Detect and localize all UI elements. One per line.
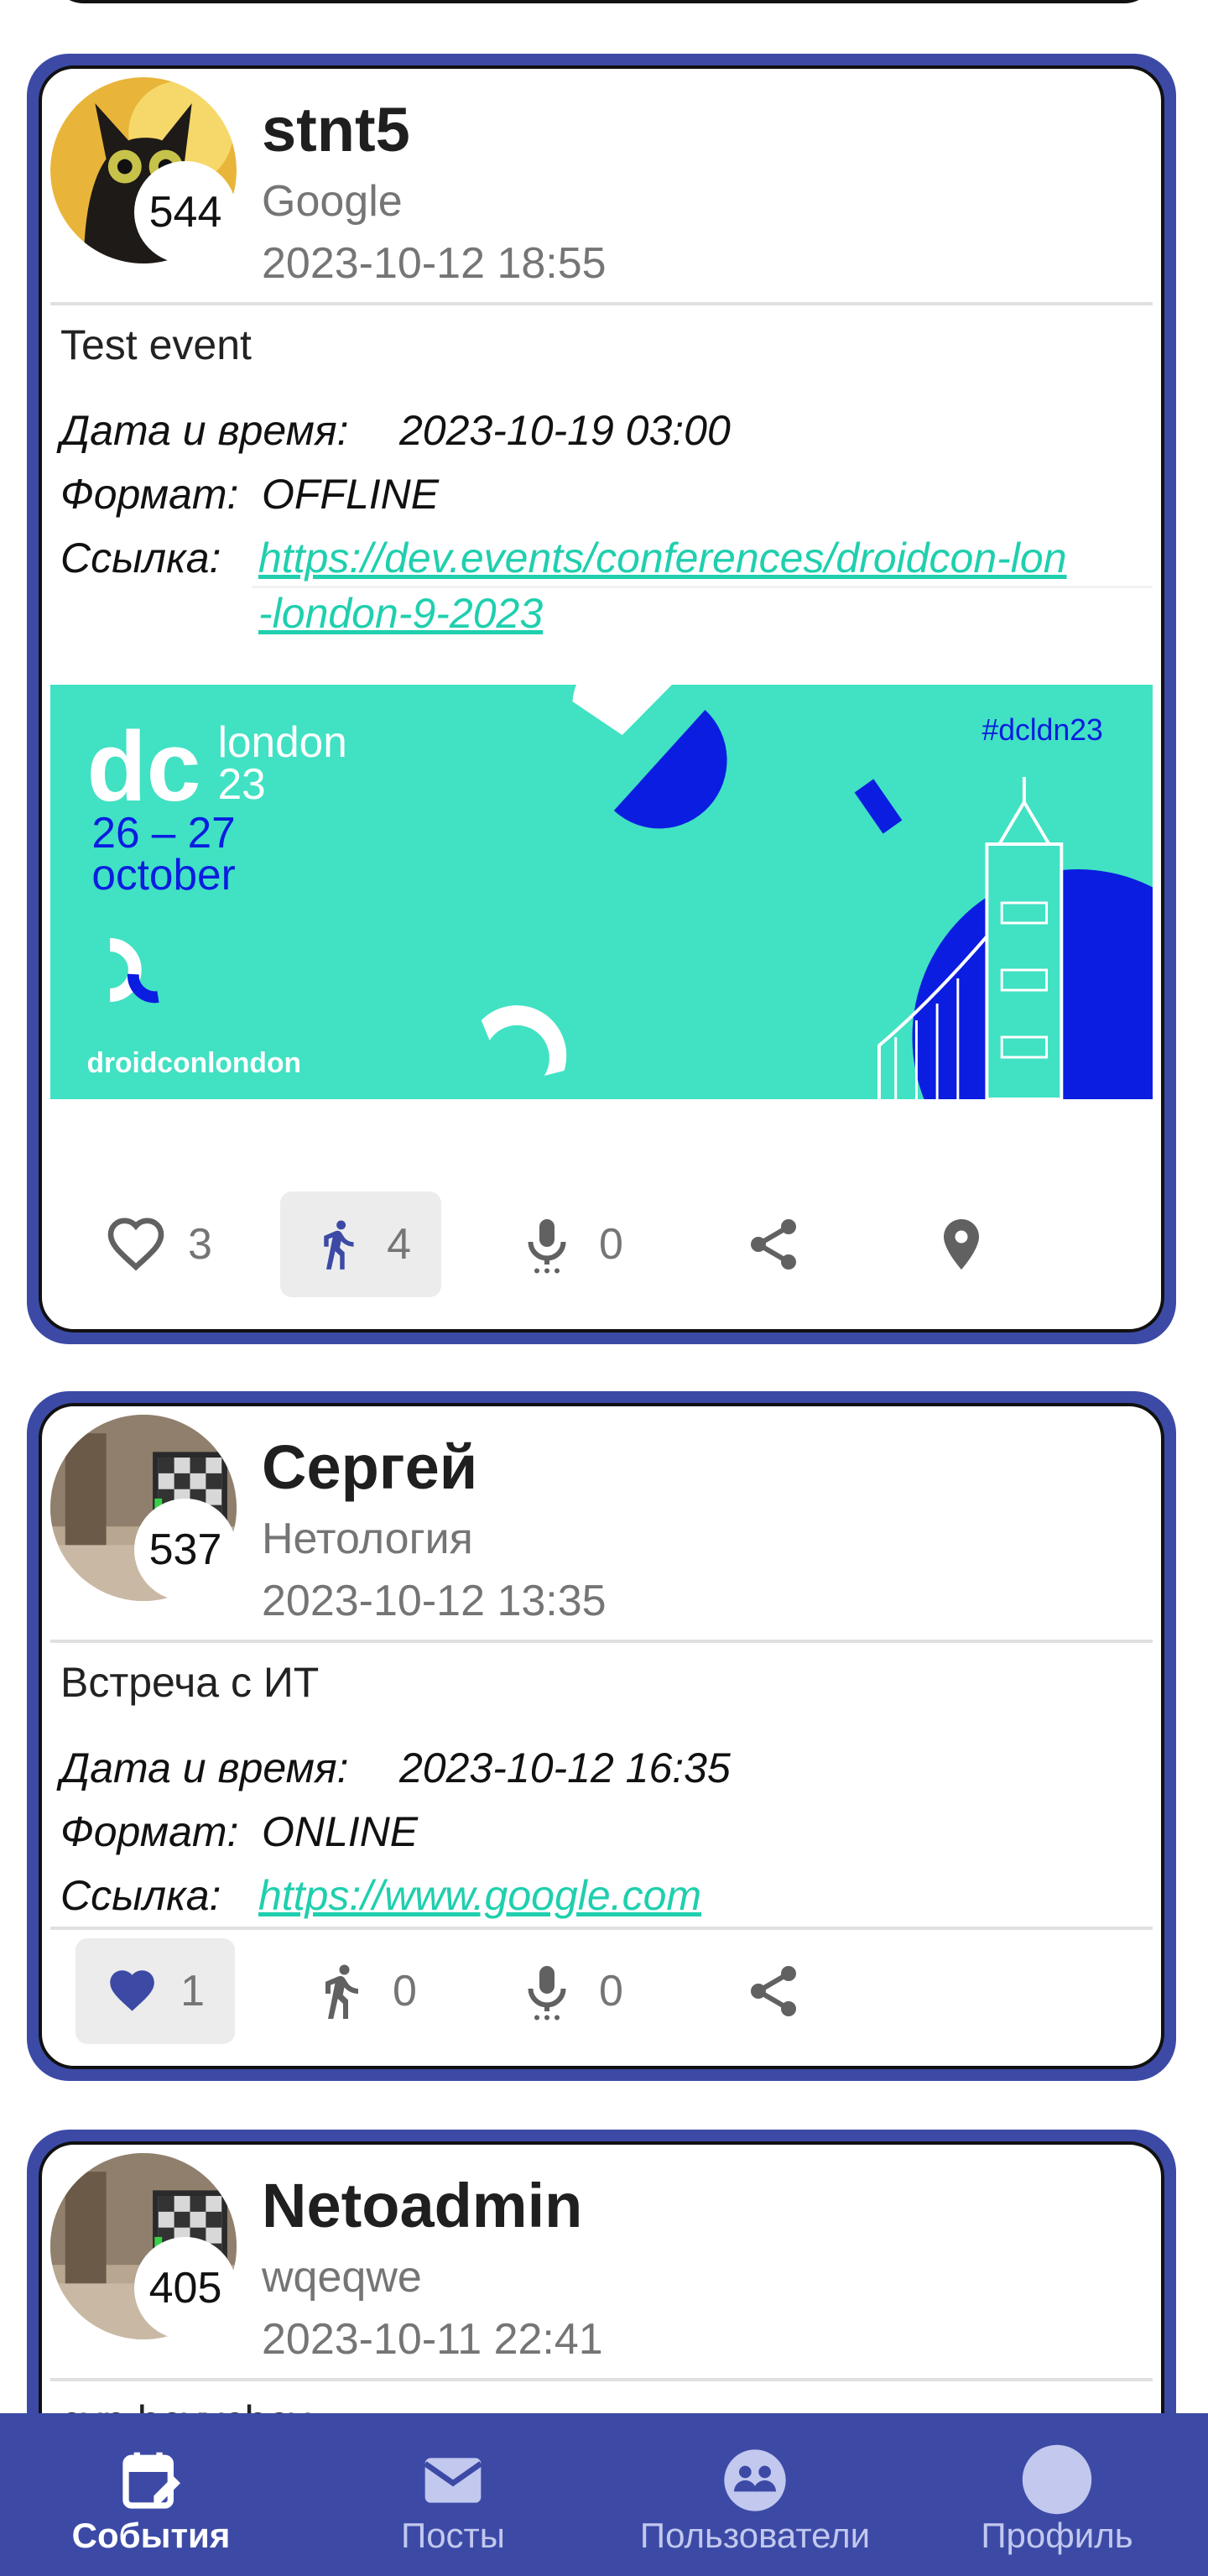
event-link-row: Ссылка: https://www.google.com [60,1871,701,1920]
link-label: Ссылка: [60,1872,221,1919]
divider [50,2378,1153,2381]
users-group-icon [724,2449,786,2511]
event-content: Встреча с ИТ [60,1659,320,1706]
format-value: OFFLINE [262,471,440,518]
speakers-count: 0 [599,1220,623,1269]
share-button[interactable] [713,1938,834,2044]
event-format-row: Формат: OFFLINE [60,470,439,519]
microphone-icon [528,1219,566,1274]
published-date: 2023-10-12 13:35 [262,1577,607,1625]
profile-avatar-icon [1022,2444,1092,2515]
event-image[interactable]: dc london 23 26 – 27 october #dcldn23 dr… [50,685,1153,1099]
format-label: Формат: [60,471,239,518]
datetime-label: Дата и время: [60,1744,349,1791]
avatar-badge-count: 544 [134,161,237,263]
participate-button[interactable]: 0 [280,1938,447,2044]
nav-posts[interactable]: Посты [336,2413,570,2576]
event-card[interactable]: 544 stnt5 Google 2023-10-12 18:55 Test e… [27,54,1176,1344]
published-date: 2023-10-11 22:41 [262,2315,603,2364]
heart-outline-icon [107,1218,164,1271]
author-job: Нетология [262,1515,473,1563]
previous-card-edge [50,0,1158,3]
author-job: Google [262,177,403,226]
map-pin-icon [944,1219,979,1270]
share-button[interactable] [713,1192,834,1297]
event-link-row: Ссылка: https://dev.events/conferences/d… [60,534,1067,582]
nav-events[interactable]: События [34,2413,268,2576]
nav-profile-label: Профиль [981,2516,1133,2555]
divider [50,1927,1153,1930]
event-link-continued[interactable]: -london-9-2023 [258,589,543,638]
event-link[interactable]: https://dev.events/conferences/droidcon-… [258,534,1067,582]
nav-posts-label: Посты [401,2516,505,2555]
format-label: Формат: [60,1808,239,1855]
like-count: 3 [188,1220,212,1269]
participants-count: 4 [387,1220,411,1269]
avatar-badge-count: 405 [134,2237,237,2339]
participate-button[interactable]: 4 [280,1192,441,1297]
like-button[interactable]: 1 [76,1938,235,2044]
datetime-label: Дата и время: [60,407,349,454]
avatar-badge-count: 537 [134,1499,237,1601]
speakers-count: 0 [599,1967,623,2015]
author-name: Сергей [262,1432,478,1502]
speakers-button[interactable]: 0 [487,1938,653,2044]
event-actions: 3 4 0 [42,1192,1161,1301]
share-icon [751,1966,796,2016]
nav-users-label: Пользователи [639,2516,871,2555]
banner-month: october [91,850,235,899]
walk-icon [325,1964,358,2019]
event-format-row: Формат: ONLINE [60,1807,418,1856]
event-actions: 1 0 0 [42,1938,1161,2047]
divider [50,1640,1153,1643]
author-job: wqeqwe [262,2253,422,2302]
event-datetime-row: Дата и время: 2023-10-12 16:35 [60,1744,731,1792]
mail-icon [423,2458,483,2503]
author-name: stnt5 [262,95,410,164]
link-label: Ссылка: [60,534,221,581]
published-date: 2023-10-12 18:55 [262,239,607,288]
datetime-value: 2023-10-12 16:35 [399,1744,731,1791]
like-count: 1 [180,1967,205,2015]
event-content: Test event [60,321,252,368]
nav-users[interactable]: Пользователи [621,2413,889,2576]
divider [252,586,1153,588]
share-icon [751,1219,796,1270]
event-feed[interactable]: 544 stnt5 Google 2023-10-12 18:55 Test e… [0,0,1208,2576]
heart-filled-icon [110,1970,154,2011]
divider [50,302,1153,305]
walk-icon [324,1220,354,1270]
banner-hashtag: #dcldn23 [982,713,1102,747]
nav-profile[interactable]: Профиль [940,2413,1174,2576]
banner-brand: droidconlondon [86,1047,301,1079]
speakers-button[interactable]: 0 [487,1192,653,1297]
event-link[interactable]: https://www.google.com [258,1871,701,1920]
banner-year: 23 [218,759,266,808]
location-button[interactable] [901,1192,1022,1297]
calendar-edit-icon [122,2452,180,2509]
microphone-icon [528,1966,566,2021]
bottom-navigation: События Посты Пользователи Профиль [0,2413,1208,2576]
banner-dc-logo: dc [86,711,200,821]
author-name: Netoadmin [262,2171,583,2240]
like-button[interactable]: 3 [76,1192,242,1297]
nav-events-label: События [71,2516,231,2555]
participants-count: 0 [393,1967,417,2015]
format-value: ONLINE [262,1808,419,1855]
datetime-value: 2023-10-19 03:00 [399,407,731,454]
event-card[interactable]: 537 Сергей Нетология 2023-10-12 13:35 Вс… [27,1391,1176,2081]
event-datetime-row: Дата и время: 2023-10-19 03:00 [60,406,731,455]
